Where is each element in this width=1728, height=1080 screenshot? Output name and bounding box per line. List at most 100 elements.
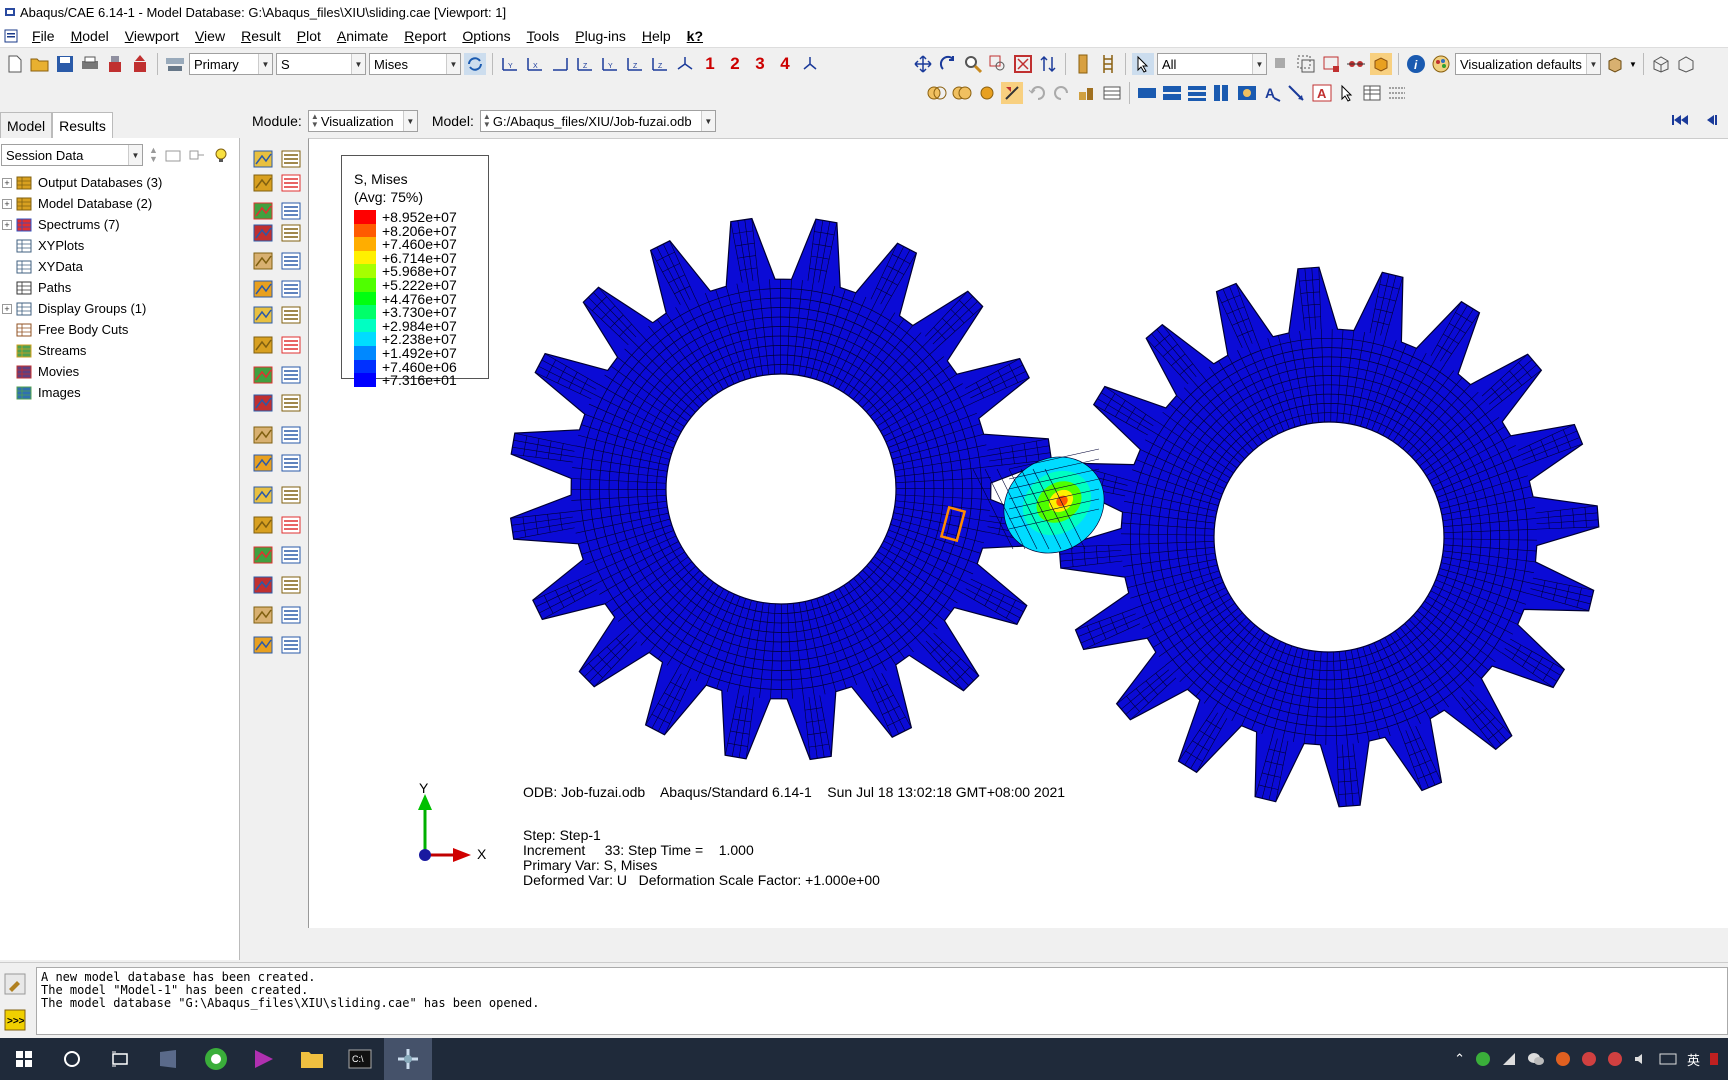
right-gear[interactable]: [1058, 266, 1600, 808]
python-console-icon[interactable]: >>>: [4, 1009, 26, 1034]
media-app-icon[interactable]: [240, 1038, 288, 1080]
tree-item[interactable]: + Display Groups (1): [0, 298, 240, 319]
search-icon[interactable]: [48, 1038, 96, 1080]
animate-time-history-icon[interactable]: [280, 334, 304, 356]
toggle-panel-icon[interactable]: [1136, 82, 1158, 104]
tree-item[interactable]: XYPlots: [0, 235, 240, 256]
tool-palette-icon[interactable]: [252, 604, 276, 626]
terminal-icon[interactable]: C:\: [336, 1038, 384, 1080]
first-frame-icon[interactable]: [1670, 112, 1690, 131]
create-path-icon[interactable]: [252, 424, 276, 446]
tab-model[interactable]: Model: [0, 112, 53, 138]
left-gear[interactable]: [509, 217, 1053, 761]
view-top-icon[interactable]: Z: [574, 53, 596, 75]
export-icon[interactable]: [129, 53, 151, 75]
display-group-icon[interactable]: [280, 574, 304, 596]
volume-icon[interactable]: [1633, 1051, 1649, 1067]
sync-options-icon[interactable]: [464, 53, 486, 75]
report-field-icon[interactable]: [280, 484, 304, 506]
expand-icon[interactable]: +: [2, 177, 12, 188]
menu-viewport[interactable]: Viewport: [117, 24, 187, 48]
view-bottom-icon[interactable]: Y: [599, 53, 621, 75]
pan-icon[interactable]: [912, 53, 934, 75]
stream-plot-icon[interactable]: [280, 514, 304, 536]
network-icon[interactable]: [1501, 1051, 1517, 1067]
tree-item[interactable]: Movies: [0, 361, 240, 382]
toggle-panel4-icon[interactable]: [1211, 82, 1233, 104]
edit-pick-icon[interactable]: [1001, 82, 1023, 104]
menu-file[interactable]: File: [24, 24, 63, 48]
tab-results[interactable]: Results: [52, 112, 113, 138]
tree-item[interactable]: + Model Database (2): [0, 193, 240, 214]
folder-up-icon[interactable]: [164, 147, 182, 163]
display-group-manager-icon[interactable]: [1101, 82, 1123, 104]
primary-variable-select[interactable]: Primary ▼: [189, 53, 273, 75]
create-path-icon[interactable]: [280, 424, 304, 446]
plot-symbols-icon[interactable]: [252, 222, 276, 244]
menu-result[interactable]: Result: [233, 24, 289, 48]
view-right-icon[interactable]: Z: [649, 53, 671, 75]
create-free-body-icon[interactable]: [252, 452, 276, 474]
expand-icon[interactable]: +: [2, 303, 12, 314]
menu-model[interactable]: Model: [63, 24, 117, 48]
ruler-icon[interactable]: [1072, 53, 1094, 75]
abaqus-taskbar-icon[interactable]: [384, 1038, 432, 1080]
view-iso-xy-icon[interactable]: Y: [499, 53, 521, 75]
list-options-icon[interactable]: [1386, 82, 1408, 104]
lightbulb-icon[interactable]: [212, 146, 230, 164]
xy-data-icon[interactable]: [280, 364, 304, 386]
chevron-up-icon[interactable]: ⌃: [1454, 1051, 1465, 1067]
hidden-line-icon[interactable]: [1675, 53, 1697, 75]
view-back-icon[interactable]: [549, 53, 571, 75]
print-icon[interactable]: [79, 53, 101, 75]
undo-icon[interactable]: [1026, 82, 1048, 104]
view-iso-icon[interactable]: [674, 53, 696, 75]
xy-plot-icon[interactable]: [252, 392, 276, 414]
create-free-body-icon[interactable]: [280, 452, 304, 474]
viewport-4-button[interactable]: 4: [774, 54, 796, 74]
toggle-perspective-icon[interactable]: [1236, 82, 1258, 104]
highlight-box-icon[interactable]: [1370, 53, 1392, 75]
annotation-text-icon[interactable]: A: [1261, 82, 1283, 104]
box-select-icon[interactable]: [1320, 53, 1342, 75]
rotate-icon[interactable]: [937, 53, 959, 75]
menu-view[interactable]: View: [187, 24, 233, 48]
selection-filter-select[interactable]: All ▼: [1157, 53, 1267, 75]
chevron-down-icon[interactable]: ▼: [1629, 60, 1637, 69]
contour-legend[interactable]: S, Mises (Avg: 75%) +8.952e+07 +8.206e+07…: [341, 155, 489, 388]
tree-item[interactable]: Free Body Cuts: [0, 319, 240, 340]
plot-contours-icon[interactable]: [252, 200, 276, 222]
plot-deformed-icon[interactable]: [252, 172, 276, 194]
toggle-panel3-icon[interactable]: [1186, 82, 1208, 104]
pointer-icon[interactable]: [1336, 82, 1358, 104]
module-select[interactable]: ▲ ▼ Visualization ▼: [307, 110, 418, 132]
windows-start-icon[interactable]: [0, 1038, 48, 1080]
tray-app-icon[interactable]: [1475, 1051, 1491, 1067]
invariant-select[interactable]: Mises ▼: [369, 53, 461, 75]
plot-deformed-icon[interactable]: [280, 172, 304, 194]
wireframe-icon[interactable]: [1650, 53, 1672, 75]
keyboard-icon[interactable]: [1659, 1051, 1677, 1067]
save-icon[interactable]: [54, 53, 76, 75]
tray-app2-icon[interactable]: [1555, 1051, 1571, 1067]
tree-item[interactable]: XYData: [0, 256, 240, 277]
tray-app3-icon[interactable]: [1581, 1051, 1597, 1067]
tree-item[interactable]: Streams: [0, 340, 240, 361]
menu-options[interactable]: Options: [454, 24, 518, 48]
zoom-icon[interactable]: [962, 53, 984, 75]
plot-symbols-icon[interactable]: [280, 222, 304, 244]
superimpose-icon[interactable]: [951, 82, 973, 104]
view-front-icon[interactable]: X: [524, 53, 546, 75]
notification-icon[interactable]: [1710, 1051, 1718, 1067]
tree-item[interactable]: + Output Databases (3): [0, 172, 240, 193]
new-file-icon[interactable]: [4, 53, 26, 75]
view-cut-icon[interactable]: [252, 544, 276, 566]
probe-values-icon[interactable]: [280, 634, 304, 656]
step-frame-icon[interactable]: [164, 53, 186, 75]
plot-undeformed-icon[interactable]: [252, 148, 276, 170]
color-palette-icon[interactable]: [1430, 53, 1452, 75]
animate-time-history-icon[interactable]: [252, 334, 276, 356]
tool-palette-icon[interactable]: [280, 604, 304, 626]
tree-item[interactable]: Images: [0, 382, 240, 403]
stream-plot-icon[interactable]: [252, 514, 276, 536]
